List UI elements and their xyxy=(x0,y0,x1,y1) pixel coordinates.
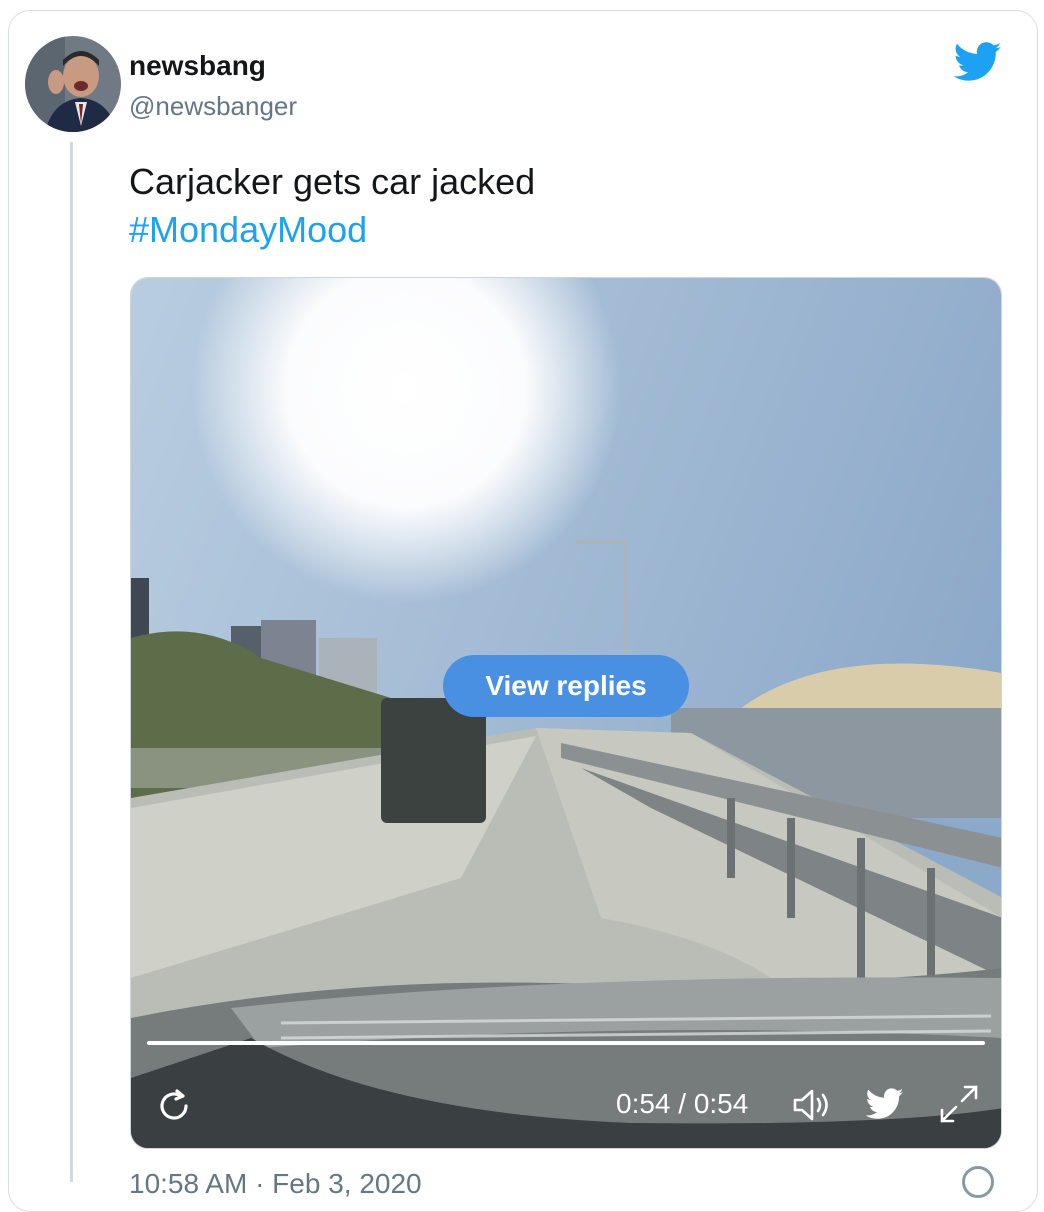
twitter-bird-icon[interactable] xyxy=(865,1088,904,1120)
user-handle[interactable]: @newsbanger xyxy=(129,91,297,122)
avatar[interactable] xyxy=(25,36,121,132)
video-time: 0:54 / 0:54 xyxy=(616,1088,749,1119)
video-progress-bar[interactable] xyxy=(147,1041,985,1045)
hashtag-link[interactable]: #MondayMood xyxy=(129,206,535,254)
view-replies-button[interactable]: View replies xyxy=(443,655,689,717)
thread-line xyxy=(70,142,73,1182)
volume-icon[interactable] xyxy=(792,1088,836,1122)
replay-icon[interactable] xyxy=(156,1088,192,1124)
display-name[interactable]: newsbang xyxy=(129,50,266,82)
twitter-bird-icon[interactable] xyxy=(953,42,1002,82)
tweet-text: Carjacker gets car jacked #MondayMood xyxy=(129,158,535,254)
info-icon[interactable] xyxy=(962,1166,994,1198)
tweet-timestamp[interactable]: 10:58 AM · Feb 3, 2020 xyxy=(129,1168,422,1200)
tweet-text-line: Carjacker gets car jacked xyxy=(129,161,536,202)
fullscreen-icon[interactable] xyxy=(938,1083,980,1125)
